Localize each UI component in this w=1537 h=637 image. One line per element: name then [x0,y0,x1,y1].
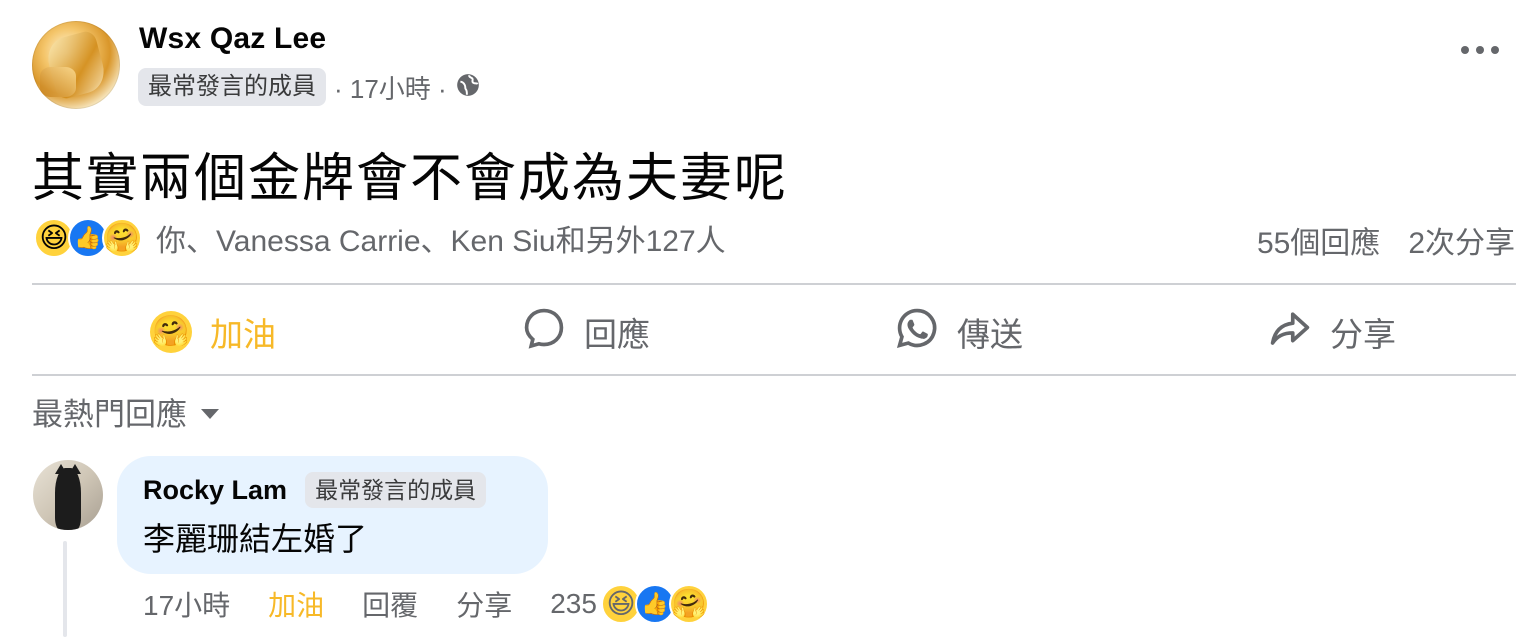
post-time[interactable]: · 17小時 · [334,69,447,106]
reactions-summary[interactable]: 😆 👍 🤗 你、Vanessa Carrie、Ken Siu和另外127人 [34,216,726,260]
sort-label: 最熱門回應 [32,397,187,432]
divider [32,283,1516,285]
caret-down-icon [201,408,219,419]
more-options-button[interactable] [1461,46,1499,54]
comment-actions: 17小時 加油 回覆 分享 235 😆 👍 🤗 [143,584,709,624]
more-dot-icon [1491,46,1499,54]
care-reaction-icon: 🤗 [102,218,142,258]
commenter-avatar[interactable] [33,460,103,530]
care-label: 加油 [210,316,276,353]
commenter-name[interactable]: Rocky Lam [143,475,287,506]
send-label: 傳送 [957,316,1023,353]
reactors-text[interactable]: 你、Vanessa Carrie、Ken Siu和另外127人 [156,216,726,260]
engagement-counts: 55個回應 2次分享 [1257,218,1515,262]
commenter-badge[interactable]: 最常發言的成員 [305,472,487,508]
care-button[interactable]: 🤗 加油 [150,302,276,362]
more-dot-icon [1461,46,1469,54]
author-name[interactable]: Wsx Qaz Lee [139,22,326,56]
share-button[interactable]: 分享 [1268,302,1396,362]
share-label: 分享 [1330,316,1396,353]
more-dot-icon [1476,46,1484,54]
author-avatar[interactable] [32,21,120,109]
whatsapp-icon [895,306,939,358]
share-arrow-icon [1268,306,1312,358]
comment-time[interactable]: 17小時 [143,584,230,624]
comment-share-button[interactable]: 分享 [456,584,512,624]
comment-label: 回應 [584,316,650,353]
shares-count[interactable]: 2次分享 [1408,218,1515,262]
send-button[interactable]: 傳送 [895,302,1023,362]
comment-sort-dropdown[interactable]: 最熱門回應 [32,389,219,434]
comment-button[interactable]: 回應 [522,302,650,362]
comment-bubble: Rocky Lam 最常發言的成員 李麗珊結左婚了 [117,456,548,574]
comment-reaction-count[interactable]: 235 [550,588,597,620]
comment-reply-button[interactable]: 回覆 [362,584,418,624]
care-reaction-icon: 🤗 [668,584,709,624]
divider [32,374,1516,376]
care-icon: 🤗 [150,311,192,353]
comments-count[interactable]: 55個回應 [1257,218,1380,262]
top-contributor-badge[interactable]: 最常發言的成員 [138,68,326,106]
post-meta: 最常發言的成員 · 17小時 · [138,68,481,106]
comment-care-button[interactable]: 加油 [268,584,324,624]
thread-line [63,541,67,637]
globe-icon [455,72,481,103]
comment-text: 李麗珊結左婚了 [143,521,368,557]
post-text: 其實兩個金牌會不會成為夫妻呢 [32,149,789,209]
comment-icon [522,306,566,358]
